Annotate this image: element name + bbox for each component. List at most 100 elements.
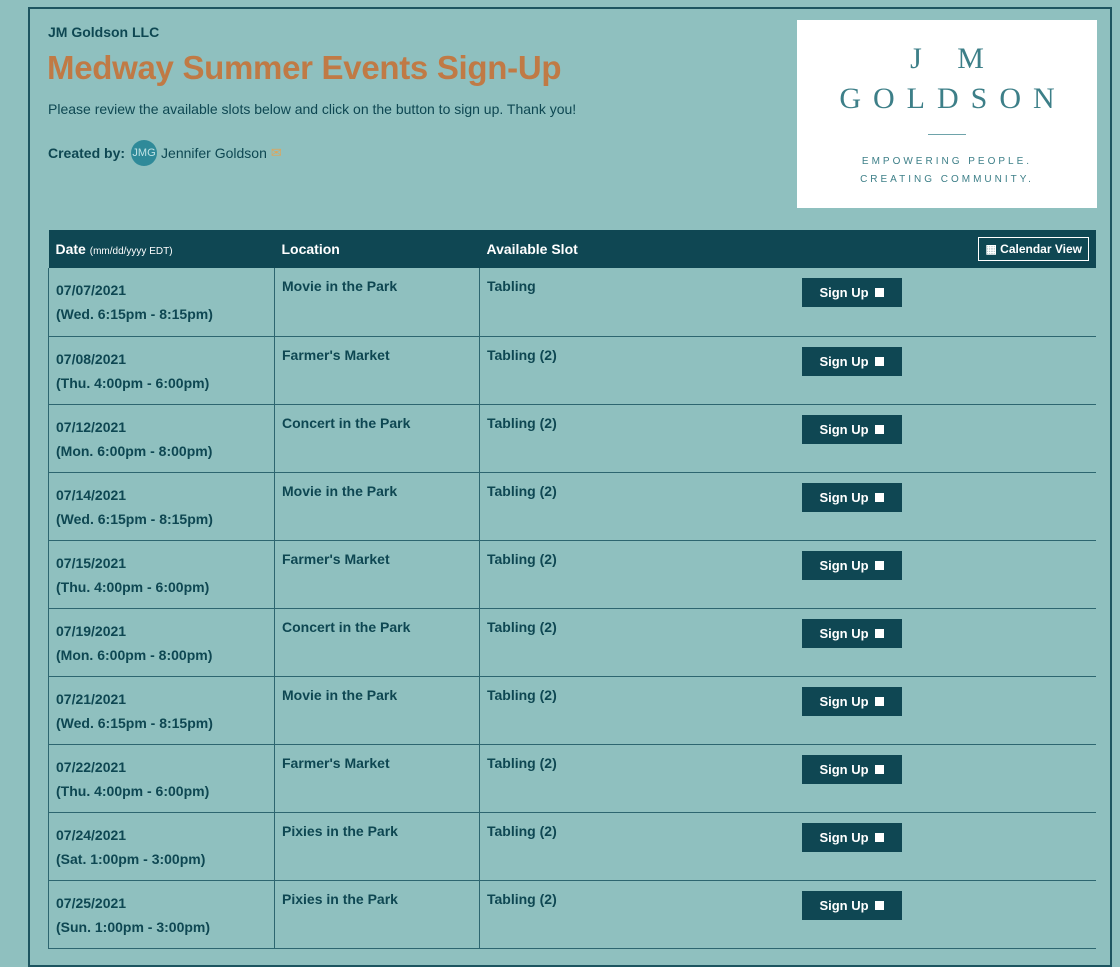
checkbox-icon xyxy=(874,492,884,502)
slot-time: (Wed. 6:15pm - 8:15pm) xyxy=(56,510,213,527)
slot-cell: Tabling (2) xyxy=(479,880,795,949)
location-cell: Farmer's Market xyxy=(274,540,480,609)
table-row: 07/22/2021 (Thu. 4:00pm - 6:00pm) Farmer's… xyxy=(48,744,1096,813)
table-row: 07/21/2021 (Wed. 6:15pm - 8:15pm) Movie in… xyxy=(48,676,1096,745)
sign-up-label: Sign Up xyxy=(819,625,869,641)
date-cell: 07/07/2021 (Wed. 6:15pm - 8:15pm) xyxy=(48,268,275,337)
slot-date: 07/24/2021 xyxy=(56,826,127,843)
sign-up-label: Sign Up xyxy=(819,829,869,845)
location-cell: Farmer's Market xyxy=(274,336,480,405)
action-cell: Sign Up xyxy=(794,608,1096,677)
column-header-action: ▦ Calendar View xyxy=(794,230,1096,268)
sign-up-label: Sign Up xyxy=(819,557,869,573)
location-cell: Concert in the Park xyxy=(274,404,480,473)
calendar-view-label: Calendar View xyxy=(1000,242,1082,256)
sign-up-button[interactable]: Sign Up xyxy=(801,822,902,852)
page-title: Medway Summer Events Sign-Up xyxy=(47,49,562,86)
date-header-label: Date xyxy=(55,241,86,257)
slot-time: (Sat. 1:00pm - 3:00pm) xyxy=(56,850,206,867)
slot-cell: Tabling (2) xyxy=(479,676,795,745)
sign-up-button[interactable]: Sign Up xyxy=(801,482,902,512)
slot-time: (Mon. 6:00pm - 8:00pm) xyxy=(56,442,213,459)
table-row: 07/08/2021 (Thu. 4:00pm - 6:00pm) Farmer's… xyxy=(48,336,1096,405)
checkbox-icon xyxy=(874,424,884,434)
action-cell: Sign Up xyxy=(794,268,1096,337)
slot-date: 07/21/2021 xyxy=(56,690,127,707)
slot-time: (Mon. 6:00pm - 8:00pm) xyxy=(56,646,213,663)
slot-date: 07/19/2021 xyxy=(56,622,127,639)
organization-name: JM Goldson LLC xyxy=(48,24,160,40)
slot-cell: Tabling (2) xyxy=(479,540,795,609)
checkbox-icon xyxy=(874,356,884,366)
slot-cell: Tabling (2) xyxy=(479,404,795,473)
creator-info: Created by: JMG Jennifer Goldson ✉ xyxy=(48,140,282,166)
sign-up-button[interactable]: Sign Up xyxy=(801,550,902,580)
slot-time: (Wed. 6:15pm - 8:15pm) xyxy=(56,714,213,731)
sign-up-label: Sign Up xyxy=(819,353,869,369)
date-cell: 07/14/2021 (Wed. 6:15pm - 8:15pm) xyxy=(48,472,275,541)
created-by-label: Created by: xyxy=(48,145,126,161)
creator-name[interactable]: Jennifer Goldson xyxy=(161,145,267,161)
signup-table: Date (mm/dd/yyyy EDT) Location Available… xyxy=(48,230,1096,949)
column-header-slot: Available Slot xyxy=(479,230,795,268)
logo-initials: J M xyxy=(910,42,998,75)
action-cell: Sign Up xyxy=(794,676,1096,745)
sign-up-label: Sign Up xyxy=(819,285,869,300)
table-row: 07/15/2021 (Thu. 4:00pm - 6:00pm) Farmer's… xyxy=(48,540,1096,609)
action-cell: Sign Up xyxy=(794,336,1096,405)
date-cell: 07/15/2021 (Thu. 4:00pm - 6:00pm) xyxy=(48,540,275,609)
table-header-row: Date (mm/dd/yyyy EDT) Location Available… xyxy=(48,230,1096,268)
sign-up-button[interactable]: Sign Up xyxy=(801,754,902,784)
location-cell: Movie in the Park xyxy=(274,676,480,745)
logo-name: GOLDSON xyxy=(839,82,1067,115)
logo: J M GOLDSON EMPOWERING PEOPLE. CREATING … xyxy=(797,20,1097,208)
logo-divider xyxy=(928,134,966,135)
date-cell: 07/12/2021 (Mon. 6:00pm - 8:00pm) xyxy=(48,404,275,473)
checkbox-icon xyxy=(874,560,884,570)
slot-cell: Tabling (2) xyxy=(479,472,795,541)
slot-date: 07/25/2021 xyxy=(56,894,127,911)
calendar-icon: ▦ xyxy=(985,242,997,256)
sign-up-label: Sign Up xyxy=(819,897,869,913)
slot-date: 07/15/2021 xyxy=(56,554,127,571)
slot-cell: Tabling (2) xyxy=(479,812,795,881)
sign-up-button[interactable]: Sign Up xyxy=(801,618,902,648)
avatar: JMG xyxy=(131,140,158,166)
date-cell: 07/25/2021 (Sun. 1:00pm - 3:00pm) xyxy=(48,880,275,949)
slot-date: 07/07/2021 xyxy=(56,282,127,298)
sign-up-button[interactable]: Sign Up xyxy=(801,414,902,444)
table-row: 07/12/2021 (Mon. 6:00pm - 8:00pm) Concert … xyxy=(48,404,1096,473)
action-cell: Sign Up xyxy=(794,880,1096,949)
checkbox-icon xyxy=(874,832,884,842)
sign-up-label: Sign Up xyxy=(819,421,869,437)
action-cell: Sign Up xyxy=(794,812,1096,881)
slot-time: (Wed. 6:15pm - 8:15pm) xyxy=(56,306,213,322)
sign-up-label: Sign Up xyxy=(819,761,869,777)
action-cell: Sign Up xyxy=(794,540,1096,609)
mail-icon[interactable]: ✉ xyxy=(271,145,282,161)
checkbox-icon xyxy=(874,900,884,910)
sign-up-button[interactable]: Sign Up xyxy=(801,346,902,376)
sign-up-button[interactable]: Sign Up xyxy=(801,278,902,307)
slot-time: (Sun. 1:00pm - 3:00pm) xyxy=(56,918,211,935)
slot-date: 07/22/2021 xyxy=(56,758,127,775)
action-cell: Sign Up xyxy=(794,744,1096,813)
action-cell: Sign Up xyxy=(794,404,1096,473)
logo-tagline-1: EMPOWERING PEOPLE. xyxy=(861,156,1033,167)
table-row: 07/19/2021 (Mon. 6:00pm - 8:00pm) Concert … xyxy=(48,608,1096,677)
checkbox-icon xyxy=(874,764,884,774)
location-cell: Concert in the Park xyxy=(274,608,480,677)
table-row: 07/24/2021 (Sat. 1:00pm - 3:00pm) Pixies i… xyxy=(48,812,1096,881)
calendar-view-button[interactable]: ▦ Calendar View xyxy=(978,237,1089,261)
date-cell: 07/08/2021 (Thu. 4:00pm - 6:00pm) xyxy=(48,336,275,405)
location-cell: Pixies in the Park xyxy=(274,880,480,949)
date-cell: 07/22/2021 (Thu. 4:00pm - 6:00pm) xyxy=(48,744,275,813)
column-header-location: Location xyxy=(274,230,480,268)
sign-up-button[interactable]: Sign Up xyxy=(801,686,902,716)
table-row: 07/07/2021 (Wed. 6:15pm - 8:15pm) Movie in… xyxy=(48,268,1096,337)
slot-date: 07/08/2021 xyxy=(56,350,127,367)
logo-tagline-2: CREATING COMMUNITY. xyxy=(860,174,1034,185)
sign-up-button[interactable]: Sign Up xyxy=(801,890,902,920)
column-header-date: Date (mm/dd/yyyy EDT) xyxy=(48,230,275,268)
slot-cell: Tabling (2) xyxy=(479,608,795,677)
